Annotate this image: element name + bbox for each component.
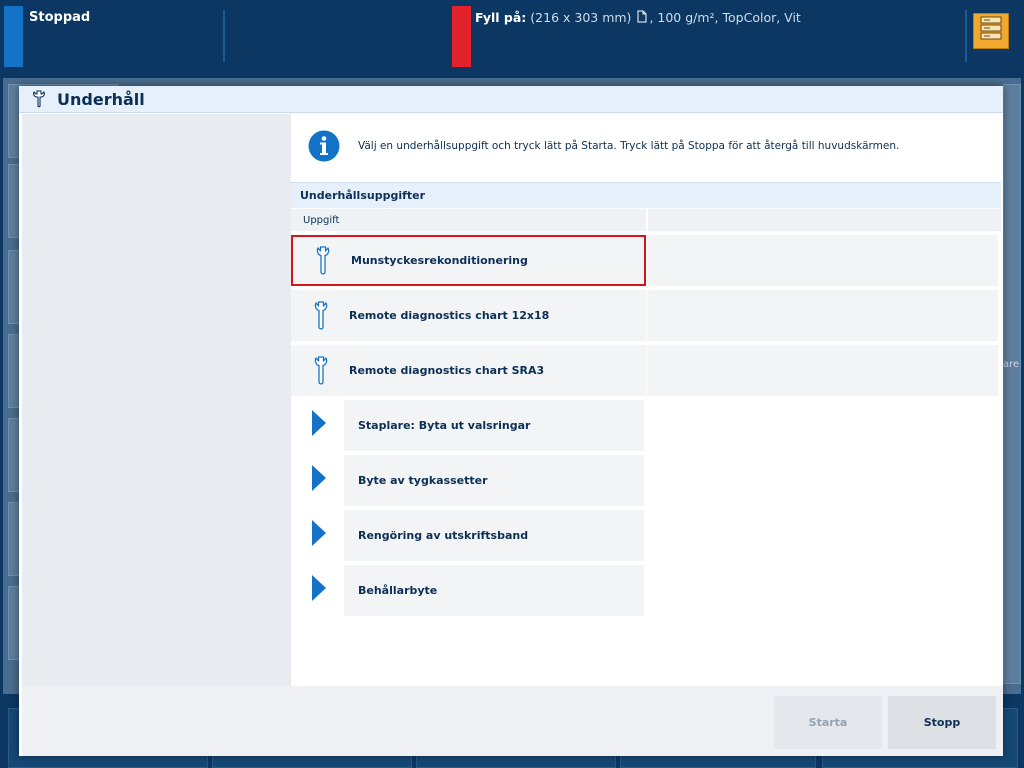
info-text: Välj en underhållsuppgift och tryck lätt… xyxy=(358,140,900,152)
table-header: Uppgift xyxy=(291,209,1001,231)
task-row-munstyckesrekonditionering[interactable]: Munstyckesrekonditionering xyxy=(291,235,646,286)
play-arrow-icon[interactable] xyxy=(311,410,327,436)
server-icon xyxy=(978,15,1004,47)
status-indicator xyxy=(4,6,23,67)
task-label: Remote diagnostics chart SRA3 xyxy=(349,364,545,377)
task-detail-cell xyxy=(647,345,998,396)
task-detail-cell xyxy=(647,290,998,341)
task-row-remote-diagnostics-sra3[interactable]: Remote diagnostics chart SRA3 xyxy=(291,345,646,396)
topbar-divider xyxy=(223,10,225,62)
task-row-remote-diagnostics-12x18[interactable]: Remote diagnostics chart 12x18 xyxy=(291,290,646,341)
left-side-panel xyxy=(22,114,291,686)
wrench-icon xyxy=(311,355,331,386)
subtask-rengoring-av-utskriftsband[interactable]: Rengöring av utskriftsband xyxy=(344,510,644,561)
subtask-behallarbyte[interactable]: Behållarbyte xyxy=(344,565,644,616)
fill-size: (216 x 303 mm) xyxy=(530,10,632,25)
fill-label: Fyll på: xyxy=(475,10,527,25)
top-status-bar: Stoppad Fyll på: (216 x 303 mm) , 100 g/… xyxy=(0,0,1024,72)
alert-indicator xyxy=(452,6,471,67)
task-detail-cell xyxy=(647,235,998,286)
wrench-icon xyxy=(313,245,333,276)
topbar-divider xyxy=(965,10,967,62)
task-label: Remote diagnostics chart 12x18 xyxy=(349,309,550,322)
info-message: Välj en underhållsuppgift och tryck lätt… xyxy=(308,130,899,162)
play-arrow-icon[interactable] xyxy=(311,575,327,601)
fill-paper-message[interactable]: Fyll på: (216 x 303 mm) , 100 g/m², TopC… xyxy=(475,10,801,26)
stop-button[interactable]: Stopp xyxy=(888,696,996,749)
wrench-icon xyxy=(31,90,47,108)
background-tile xyxy=(1003,84,1021,684)
subtask-staplare-byta-valsringar[interactable]: Staplare: Byta ut valsringar xyxy=(344,400,644,451)
task-label: Munstyckesrekonditionering xyxy=(351,254,528,267)
subtask-byte-av-tygkassetter[interactable]: Byte av tygkassetter xyxy=(344,455,644,506)
dialog-title: Underhåll xyxy=(57,89,145,109)
document-icon xyxy=(637,10,647,26)
play-arrow-icon[interactable] xyxy=(311,465,327,491)
printer-status-text: Stoppad xyxy=(29,10,91,25)
maintenance-dialog: Underhåll Välj en underhållsuppgift och … xyxy=(19,86,1003,756)
column-header-empty xyxy=(648,209,1001,231)
dialog-header: Underhåll xyxy=(19,86,1003,113)
background-label-fragment: are xyxy=(1003,359,1020,370)
play-arrow-icon[interactable] xyxy=(311,520,327,546)
section-header: Underhållsuppgifter xyxy=(291,182,1001,208)
start-button[interactable]: Starta xyxy=(774,696,882,749)
dialog-footer: Starta Stopp xyxy=(22,686,1003,756)
system-status-button[interactable] xyxy=(973,13,1009,49)
wrench-icon xyxy=(311,300,331,331)
info-icon xyxy=(308,130,340,162)
column-header-task: Uppgift xyxy=(291,209,646,231)
fill-details: , 100 g/m², TopColor, Vit xyxy=(649,10,801,25)
